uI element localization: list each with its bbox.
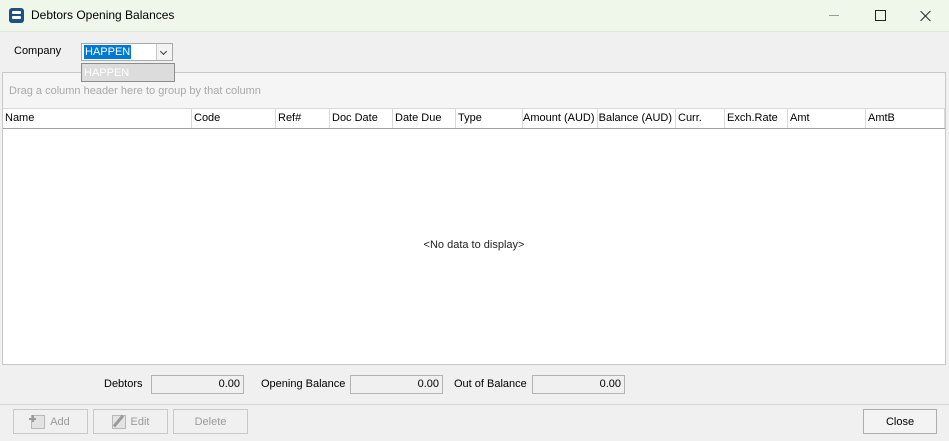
column-header-type[interactable]: Type: [456, 109, 523, 128]
column-header-ref[interactable]: Ref#: [276, 109, 330, 128]
chevron-down-icon[interactable]: [156, 44, 172, 60]
button-bar: Add Edit Delete Close: [0, 404, 949, 441]
maximize-button[interactable]: [857, 0, 903, 31]
delete-button[interactable]: Delete: [173, 409, 248, 434]
add-button[interactable]: Add: [13, 409, 88, 434]
company-option[interactable]: HAPPEN: [84, 67, 129, 79]
out-of-balance-field: 0.00: [532, 375, 625, 394]
column-header-doc-date[interactable]: Doc Date: [330, 109, 393, 128]
edit-icon: [111, 414, 126, 429]
totals-bar: Debtors 0.00 Opening Balance 0.00 Out of…: [0, 367, 949, 403]
debtors-label: Debtors: [104, 378, 143, 390]
close-icon: [920, 10, 932, 22]
company-label: Company: [14, 45, 62, 57]
window-close-button[interactable]: [903, 0, 949, 31]
company-dropdown-list: HAPPEN: [81, 63, 175, 82]
delete-button-label: Delete: [194, 415, 227, 428]
group-by-hint: Drag a column header here to group by th…: [9, 85, 261, 97]
column-header-amount-aud[interactable]: Amount (AUD): [523, 109, 598, 128]
grid-header-row: Name Code Ref# Doc Date Date Due Type Am…: [3, 108, 945, 129]
close-button-label: Close: [885, 415, 915, 428]
column-header-exch-rate[interactable]: Exch.Rate: [725, 109, 788, 128]
opening-balance-field: 0.00: [350, 375, 443, 394]
out-of-balance-label: Out of Balance: [454, 378, 527, 390]
column-header-balance-aud[interactable]: Balance (AUD): [598, 109, 676, 128]
close-button[interactable]: Close: [863, 409, 937, 434]
add-button-label: Add: [50, 415, 70, 428]
app-icon: [9, 8, 24, 23]
column-header-amt[interactable]: Amt: [788, 109, 866, 128]
column-header-curr[interactable]: Curr.: [676, 109, 725, 128]
column-header-date-due[interactable]: Date Due: [393, 109, 456, 128]
debtors-total-field: 0.00: [151, 375, 244, 394]
company-selected-value[interactable]: HAPPEN: [84, 45, 132, 59]
edit-button[interactable]: Edit: [93, 409, 168, 434]
edit-button-label: Edit: [130, 415, 150, 428]
add-icon: [29, 414, 46, 429]
empty-grid-message: <No data to display>: [423, 239, 525, 251]
minimize-icon: [829, 15, 839, 16]
maximize-icon: [874, 10, 886, 21]
column-header-name[interactable]: Name: [3, 109, 192, 128]
company-select[interactable]: HAPPEN: [81, 43, 173, 61]
minimize-button[interactable]: [811, 0, 857, 31]
title-bar: Debtors Opening Balances: [0, 0, 949, 32]
opening-balance-label: Opening Balance: [261, 378, 346, 390]
column-header-code[interactable]: Code: [192, 109, 276, 128]
window-title: Debtors Opening Balances: [31, 8, 175, 22]
debtors-grid: Drag a column header here to group by th…: [2, 72, 946, 365]
column-header-amtb[interactable]: AmtB: [866, 109, 945, 128]
